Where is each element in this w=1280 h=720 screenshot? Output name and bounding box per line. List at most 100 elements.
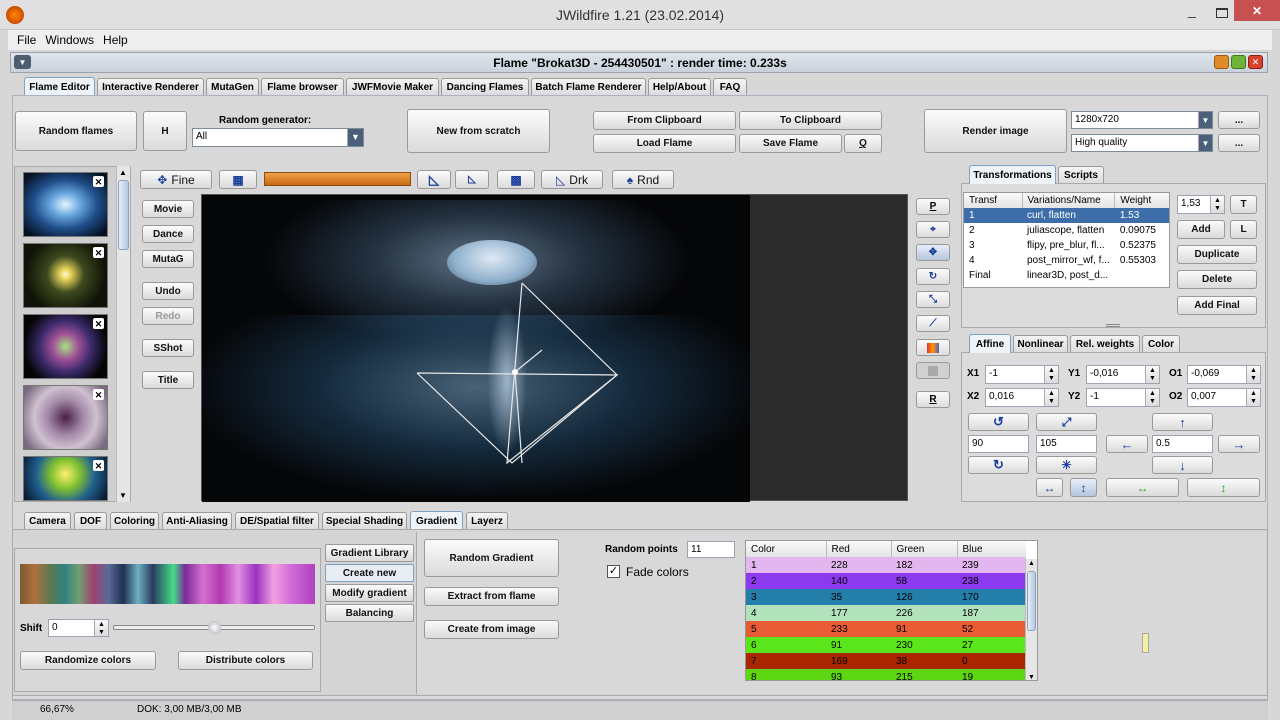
rotate-button[interactable]: ↻ xyxy=(916,268,950,285)
menu-windows[interactable]: Windows xyxy=(45,33,94,47)
r-button[interactable]: R xyxy=(916,391,950,408)
gradient-color-row[interactable]: 5 233 91 52 xyxy=(746,621,1026,637)
gradient-edit-button[interactable] xyxy=(916,339,950,356)
add-button[interactable]: Add xyxy=(1177,220,1225,239)
gradient-color-row[interactable]: 1 228 182 239 xyxy=(746,557,1026,573)
l-button[interactable]: L xyxy=(1230,220,1257,239)
h-button[interactable]: H xyxy=(143,111,187,151)
tab-faq[interactable]: FAQ xyxy=(713,78,747,95)
tab-anti-aliasing[interactable]: Anti-Aliasing xyxy=(162,512,232,529)
scrollbar-thumb[interactable] xyxy=(118,180,129,250)
move-up-button[interactable]: ↑ xyxy=(1152,413,1213,431)
scrollbar-thumb[interactable] xyxy=(1027,571,1036,631)
thumbnail-scrollbar[interactable]: ▲ ▼ xyxy=(116,166,130,502)
x2-field[interactable]: 0,016 ▲ ▼ xyxy=(985,388,1059,407)
undo-button[interactable]: Undo xyxy=(142,282,194,300)
swap-vertical-button[interactable]: ↕ xyxy=(1187,478,1260,497)
move-amount-field[interactable]: 0.5 xyxy=(1152,435,1213,453)
tab-color[interactable]: Color xyxy=(1142,335,1180,352)
move-button[interactable]: ✥ xyxy=(916,244,950,261)
scroll-up-icon[interactable]: ▲ xyxy=(119,168,127,177)
o2-field[interactable]: 0,007 ▲ ▼ xyxy=(1187,388,1261,407)
spinner-arrows-icon[interactable]: ▲ ▼ xyxy=(94,620,108,636)
tab-rel-weights[interactable]: Rel. weights xyxy=(1070,335,1140,352)
tab-nonlinear[interactable]: Nonlinear xyxy=(1013,335,1068,352)
maximize-icon[interactable] xyxy=(1216,8,1228,18)
checker-button[interactable]: ▩ xyxy=(497,170,535,189)
column-header[interactable]: Color xyxy=(746,541,827,557)
extract-from-flame-button[interactable]: Extract from flame xyxy=(424,587,559,606)
rotate-amount-field[interactable]: 90 xyxy=(968,435,1029,453)
table-row[interactable]: 1 curl, flatten 1.53 xyxy=(964,208,1169,223)
close-icon[interactable]: ✕ xyxy=(93,389,104,400)
y2-field[interactable]: -1 ▲ ▼ xyxy=(1086,388,1160,407)
spinner-arrows-icon[interactable]: ▲ ▼ xyxy=(1044,366,1058,383)
new-from-scratch-button[interactable]: New from scratch xyxy=(407,109,550,153)
swap-horizontal-button[interactable]: ↔ xyxy=(1106,478,1179,497)
close-icon[interactable]: ✕ xyxy=(1234,0,1280,21)
rotate-right-button[interactable]: ↻ xyxy=(968,456,1029,474)
movie-button[interactable]: Movie xyxy=(142,200,194,218)
tab-special-shading[interactable]: Special Shading xyxy=(322,512,407,529)
resolution-select[interactable]: 1280x720 ▼ xyxy=(1071,111,1213,129)
thumbnail-3[interactable]: ✕ xyxy=(23,314,108,379)
p-button[interactable]: P xyxy=(916,198,950,215)
spinner-arrows-icon[interactable]: ▲ ▼ xyxy=(1210,196,1224,213)
dance-button[interactable]: Dance xyxy=(142,225,194,243)
shear-button[interactable]: ⟋ xyxy=(916,315,950,332)
tab-affine[interactable]: Affine xyxy=(969,334,1011,353)
tab-dof[interactable]: DOF xyxy=(74,512,107,529)
spinner-arrows-icon[interactable]: ▲ ▼ xyxy=(1246,389,1260,406)
tab-interactive-renderer[interactable]: Interactive Renderer xyxy=(97,78,204,95)
mutag-button[interactable]: MutaG xyxy=(142,250,194,268)
gradient-color-row[interactable]: 3 35 126 170 xyxy=(746,589,1026,605)
fade-colors-checkbox[interactable]: ✓ xyxy=(607,565,620,578)
close-icon[interactable]: ✕ xyxy=(93,318,104,329)
duplicate-button[interactable]: Duplicate xyxy=(1177,245,1257,264)
t-button[interactable]: T xyxy=(1230,195,1257,214)
rotate-left-button[interactable]: ↺ xyxy=(968,413,1029,431)
gradient-color-row[interactable]: 4 177 226 187 xyxy=(746,605,1026,621)
load-flame-button[interactable]: Load Flame xyxy=(593,134,736,153)
distribute-colors-button[interactable]: Distribute colors xyxy=(178,651,313,670)
column-header[interactable]: Green xyxy=(891,541,958,557)
tab-batch-flame-renderer[interactable]: Batch Flame Renderer xyxy=(531,78,646,95)
spinner-arrows-icon[interactable]: ▲ ▼ xyxy=(1145,366,1159,383)
table-row[interactable]: Final linear3D, post_d... xyxy=(964,268,1169,283)
move-down-button[interactable]: ↓ xyxy=(1152,456,1213,474)
thumbnail-5[interactable]: ✕ xyxy=(23,456,108,501)
frame-minimize-icon[interactable] xyxy=(1214,55,1229,69)
table-row[interactable]: 2 juliascope, flatten 0.09075 xyxy=(964,223,1169,238)
tab-camera[interactable]: Camera xyxy=(24,512,71,529)
weight-spinner[interactable]: 1,53 ▲ ▼ xyxy=(1177,195,1225,214)
drk-button[interactable]: ◺ Drk xyxy=(541,170,603,189)
tab-flame-browser[interactable]: Flame browser xyxy=(261,78,344,95)
thumbnail-4[interactable]: ✕ xyxy=(23,385,108,450)
rnd-button[interactable]: ♠ Rnd xyxy=(612,170,674,189)
flip-horizontal-button[interactable]: ↔ xyxy=(1036,478,1063,497)
thumbnail-2[interactable]: ✕ xyxy=(23,243,108,308)
modify-gradient-tab[interactable]: Modify gradient xyxy=(325,584,414,602)
tab-flame-editor[interactable]: Flame Editor xyxy=(24,77,95,96)
triangle-large-button[interactable]: ◺ xyxy=(417,170,451,189)
move-left-button[interactable]: ← xyxy=(1106,435,1148,453)
frame-close-icon[interactable]: ✕ xyxy=(1248,55,1263,69)
shift-slider[interactable] xyxy=(113,621,315,634)
close-icon[interactable]: ✕ xyxy=(93,460,104,471)
tab-gradient[interactable]: Gradient xyxy=(410,511,463,530)
scroll-down-icon[interactable]: ▼ xyxy=(1028,674,1035,680)
render-image-button[interactable]: Render image xyxy=(924,109,1067,153)
random-points-field[interactable]: 11 xyxy=(687,541,735,558)
thumbnail-1[interactable]: ✕ xyxy=(23,172,108,237)
scale-down-button[interactable]: ✳ xyxy=(1036,456,1097,474)
flip-vertical-button[interactable]: ↕ xyxy=(1070,478,1097,497)
triangle-small-button[interactable]: ◺ xyxy=(455,170,489,189)
create-new-tab[interactable]: Create new xyxy=(325,564,414,582)
gradient-color-row[interactable]: 8 93 215 19 xyxy=(746,669,1026,680)
table-row[interactable]: 4 post_mirror_wf, f... 0.55303 xyxy=(964,253,1169,268)
scale-button[interactable]: ⤡ xyxy=(916,291,950,308)
gradient-preview[interactable] xyxy=(20,564,315,604)
to-clipboard-button[interactable]: To Clipboard xyxy=(739,111,882,130)
close-icon[interactable]: ✕ xyxy=(93,176,104,187)
column-header[interactable]: Blue xyxy=(957,541,1026,557)
